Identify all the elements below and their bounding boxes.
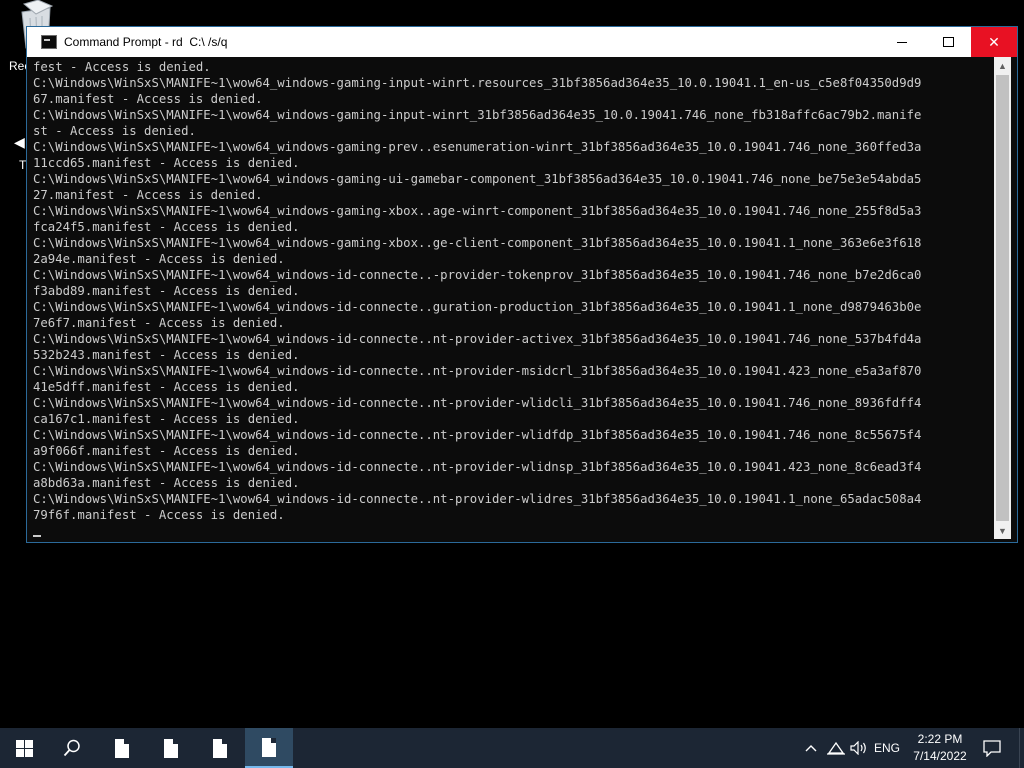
console-line: C:\Windows\WinSxS\MANIFE~1\wow64_windows…: [33, 396, 922, 410]
close-icon: ✕: [988, 33, 1000, 50]
command-prompt-window[interactable]: Command Prompt - rd C:\ /s/q ✕ fest - Ac…: [26, 26, 1018, 543]
console-line: C:\Windows\WinSxS\MANIFE~1\wow64_windows…: [33, 332, 922, 346]
console-line: ca167c1.manifest - Access is denied.: [33, 412, 300, 426]
console-line: C:\Windows\WinSxS\MANIFE~1\wow64_windows…: [33, 108, 922, 122]
arrow-left-icon: ◀: [14, 134, 25, 150]
console-line: 532b243.manifest - Access is denied.: [33, 348, 300, 362]
console-line: 7e6f7.manifest - Access is denied.: [33, 316, 285, 330]
action-center-button[interactable]: [978, 728, 1006, 768]
minimize-icon: [897, 41, 907, 43]
taskbar-app-2[interactable]: [147, 728, 195, 768]
console-line: C:\Windows\WinSxS\MANIFE~1\wow64_windows…: [33, 172, 922, 186]
scroll-up-arrow[interactable]: ▲: [994, 57, 1011, 74]
document-icon: [262, 737, 276, 757]
volume-button[interactable]: [848, 728, 870, 768]
clock-time: 2:22 PM: [917, 732, 963, 746]
search-icon: [63, 739, 80, 757]
maximize-button[interactable]: [925, 27, 971, 57]
network-icon: [827, 741, 845, 755]
scrollbar-thumb[interactable]: [996, 75, 1009, 521]
taskbar-app-1[interactable]: [98, 728, 146, 768]
windows-logo-icon: [15, 739, 33, 757]
console-line: a8bd63a.manifest - Access is denied.: [33, 476, 300, 490]
document-icon: [115, 738, 129, 758]
console-line: C:\Windows\WinSxS\MANIFE~1\wow64_windows…: [33, 300, 922, 314]
console-line: 79f6f.manifest - Access is denied.: [33, 508, 285, 522]
console-line: 11ccd65.manifest - Access is denied.: [33, 156, 300, 170]
document-icon: [164, 738, 178, 758]
console-line: C:\Windows\WinSxS\MANIFE~1\wow64_windows…: [33, 460, 922, 474]
tray-overflow-button[interactable]: [802, 728, 820, 768]
window-title: Command Prompt - rd C:\ /s/q: [64, 35, 228, 49]
language-label: ENG: [873, 741, 900, 755]
maximize-icon: [942, 37, 954, 47]
close-button[interactable]: ✕: [971, 27, 1017, 57]
chevron-up-icon: [805, 745, 817, 752]
console-line: st - Access is denied.: [33, 124, 196, 138]
taskbar: ENG 2:22 PM 7/14/2022: [0, 728, 1024, 768]
console-line: C:\Windows\WinSxS\MANIFE~1\wow64_windows…: [33, 492, 922, 506]
document-icon: [213, 738, 227, 758]
minimize-button[interactable]: [879, 27, 925, 57]
text-cursor: [33, 535, 41, 537]
clock[interactable]: 2:22 PM 7/14/2022: [906, 731, 974, 765]
volume-icon: [850, 741, 866, 755]
cmd-icon: [41, 35, 57, 49]
taskbar-app-4-active[interactable]: [245, 728, 293, 768]
console-line: C:\Windows\WinSxS\MANIFE~1\wow64_windows…: [33, 236, 922, 250]
console-line: 41e5dff.manifest - Access is denied.: [33, 380, 300, 394]
language-indicator[interactable]: ENG: [872, 728, 902, 768]
vertical-scrollbar[interactable]: ▲ ▼: [994, 57, 1011, 539]
console-line: a9f066f.manifest - Access is denied.: [33, 444, 300, 458]
console-line: C:\Windows\WinSxS\MANIFE~1\wow64_windows…: [33, 364, 922, 378]
network-button[interactable]: [826, 728, 846, 768]
console-line: fest - Access is denied.: [33, 60, 211, 74]
console-line: C:\Windows\WinSxS\MANIFE~1\wow64_windows…: [33, 204, 922, 218]
console-line: fca24f5.manifest - Access is denied.: [33, 220, 300, 234]
taskbar-app-3[interactable]: [196, 728, 244, 768]
console-line: 2a94e.manifest - Access is denied.: [33, 252, 285, 266]
console-line: f3abd89.manifest - Access is denied.: [33, 284, 300, 298]
console-line: C:\Windows\WinSxS\MANIFE~1\wow64_windows…: [33, 268, 922, 282]
title-bar[interactable]: Command Prompt - rd C:\ /s/q ✕: [27, 27, 1017, 57]
console-line: C:\Windows\WinSxS\MANIFE~1\wow64_windows…: [33, 428, 922, 442]
start-button[interactable]: [0, 728, 48, 768]
clock-date: 7/14/2022: [913, 749, 967, 763]
console-line: 67.manifest - Access is denied.: [33, 92, 263, 106]
console-line: 27.manifest - Access is denied.: [33, 188, 263, 202]
console-line: C:\Windows\WinSxS\MANIFE~1\wow64_windows…: [33, 76, 922, 90]
scroll-down-arrow[interactable]: ▼: [994, 522, 1011, 539]
search-button[interactable]: [48, 728, 96, 768]
show-desktop-button[interactable]: [1019, 728, 1024, 768]
console-line: C:\Windows\WinSxS\MANIFE~1\wow64_windows…: [33, 140, 922, 154]
console-output[interactable]: fest - Access is denied. C:\Windows\WinSx…: [33, 59, 993, 539]
notification-icon: [983, 739, 1001, 757]
